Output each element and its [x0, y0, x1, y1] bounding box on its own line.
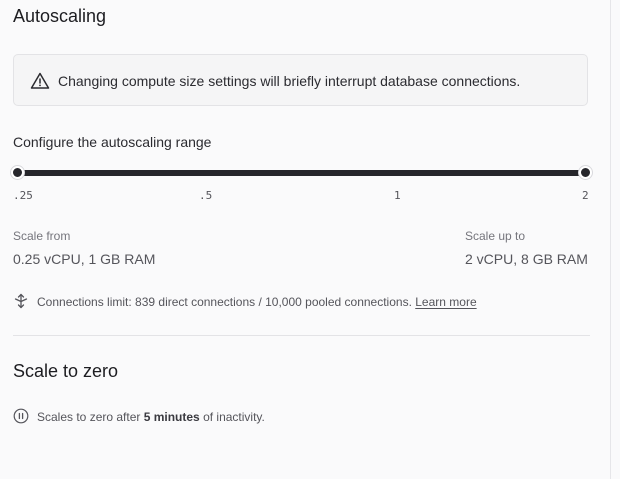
slider-tick-label: 1: [394, 189, 401, 202]
scale-to-zero-description: Scales to zero after 5 minutes of inacti…: [37, 410, 265, 424]
warning-triangle-icon: [30, 72, 50, 89]
scale-up-to-label: Scale up to: [465, 229, 526, 243]
slider-max-handle[interactable]: [579, 166, 592, 179]
connections-limit-description: Connections limit: 839 direct connection…: [37, 295, 412, 309]
scale-to-zero-title: Scale to zero: [13, 361, 119, 381]
scale-from-label: Scale from: [13, 229, 71, 243]
scale-from-value: 0.25 vCPU, 1 GB RAM: [13, 251, 156, 267]
autoscaling-title: Autoscaling: [13, 6, 107, 26]
section-divider: [13, 335, 590, 336]
pause-circle-icon: [13, 408, 29, 424]
autoscaling-range-slider[interactable]: [18, 170, 586, 176]
learn-more-link[interactable]: Learn more: [415, 295, 476, 309]
warning-text: Changing compute size settings will brie…: [58, 73, 521, 89]
panel-right-border: [610, 0, 611, 479]
slider-tick-label: 2: [582, 189, 589, 202]
connections-limit-text: Connections limit: 839 direct connection…: [37, 295, 477, 309]
warning-callout: Changing compute size settings will brie…: [13, 54, 588, 106]
slider-tick-label: .5: [199, 189, 213, 202]
connections-icon: [14, 293, 28, 309]
scale-to-zero-suffix: of inactivity.: [199, 410, 265, 424]
scale-to-zero-prefix: Scales to zero after: [37, 410, 144, 424]
autoscaling-range-label: Configure the autoscaling range: [13, 134, 212, 150]
slider-tick-label: .25: [13, 189, 33, 202]
slider-min-handle[interactable]: [11, 166, 24, 179]
scale-to-zero-duration: 5 minutes: [143, 410, 200, 424]
scale-up-to-value: 2 vCPU, 8 GB RAM: [465, 251, 588, 267]
